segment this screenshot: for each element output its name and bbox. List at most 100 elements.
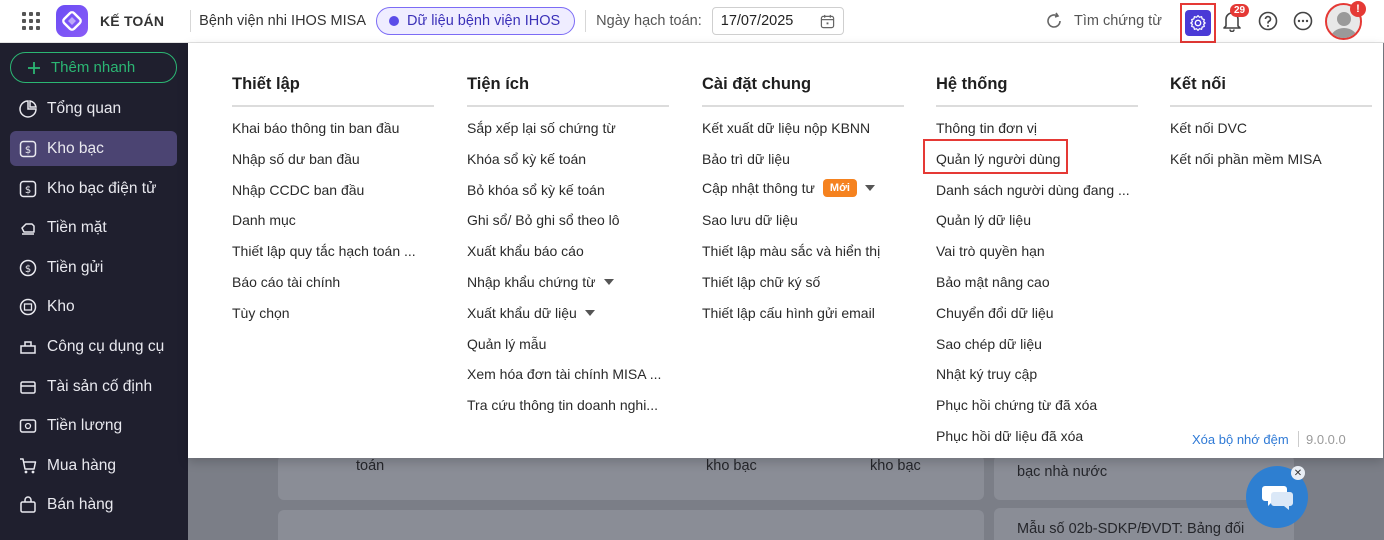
menu-item[interactable]: Thiết lập cấu hình gửi email: [702, 305, 875, 321]
sidebar-item-deposit[interactable]: $ Tiền gửi: [10, 250, 177, 285]
warehouse-icon: [18, 297, 38, 317]
menu-item[interactable]: Nhập số dư ban đầu: [232, 151, 360, 167]
sidebar-item-label: Bán hàng: [47, 495, 114, 513]
divider: [190, 10, 192, 32]
menu-item[interactable]: Kết xuất dữ liệu nộp KBNN: [702, 120, 870, 136]
menu-column-title: Hệ thống: [936, 75, 1008, 93]
menu-item[interactable]: Bảo mật nâng cao: [936, 274, 1050, 290]
menu-item[interactable]: Ghi sổ/ Bỏ ghi sổ theo lô: [467, 212, 620, 228]
menu-item[interactable]: Thiết lập chữ ký số: [702, 274, 820, 290]
menu-item-label: Bỏ khóa sổ kỳ kế toán: [467, 182, 605, 198]
menu-item[interactable]: Nhật ký truy cập: [936, 366, 1037, 382]
top-bar: KẾ TOÁN Bệnh viện nhi IHOS MISA Dữ liệu …: [0, 0, 1384, 43]
menu-column-divider: [467, 105, 669, 107]
menu-item-dropdown[interactable]: Cập nhật thông tư Mới: [702, 179, 875, 197]
menu-item[interactable]: Tra cứu thông tin doanh nghi...: [467, 397, 658, 413]
menu-item[interactable]: Kết nối phần mềm MISA: [1170, 151, 1322, 167]
menu-item[interactable]: Khai báo thông tin ban đầu: [232, 120, 399, 136]
sidebar: Thêm nhanh Tổng quan $ Kho bạc $ Kho bạc…: [0, 43, 188, 540]
app-grid-icon[interactable]: [22, 11, 42, 31]
menu-item[interactable]: Thiết lập quy tắc hạch toán ...: [232, 243, 416, 259]
menu-item-label: Danh sách người dùng đang ...: [936, 182, 1130, 198]
sidebar-item-tools[interactable]: Công cụ dụng cụ: [10, 329, 177, 364]
menu-item[interactable]: Phục hồi dữ liệu đã xóa: [936, 428, 1083, 444]
highlight-box: [923, 139, 1068, 174]
sidebar-item-fixed-assets[interactable]: Tài sản cố định: [10, 369, 177, 404]
sidebar-item-e-treasury[interactable]: $ Kho bạc điện tử: [10, 171, 177, 206]
posting-date-label: Ngày hạch toán:: [596, 13, 702, 29]
data-source-label: Dữ liệu bệnh viện IHOS: [406, 13, 561, 29]
menu-item[interactable]: Sắp xếp lại số chứng từ: [467, 120, 616, 136]
menu-item-label: Phục hồi dữ liệu đã xóa: [936, 428, 1084, 444]
menu-item[interactable]: Quản lý dữ liệu: [936, 212, 1031, 228]
sidebar-item-sales[interactable]: Bán hàng: [10, 487, 177, 522]
menu-item[interactable]: Kết nối DVC: [1170, 120, 1247, 136]
menu-item-label: Cập nhật thông tư: [702, 180, 815, 196]
menu-item-label: Nhập số dư ban đầu: [232, 151, 360, 167]
sidebar-item-cash[interactable]: Tiền mặt: [10, 210, 177, 245]
menu-item-dropdown[interactable]: Xuất khẩu dữ liệu: [467, 305, 595, 321]
svg-text:$: $: [25, 264, 31, 275]
sidebar-item-purchasing[interactable]: Mua hàng: [10, 448, 177, 483]
sidebar-item-label: Mua hàng: [47, 456, 116, 474]
svg-text:$: $: [25, 145, 31, 156]
sidebar-item-label: Tiền mặt: [47, 218, 107, 236]
menu-item[interactable]: Bảo trì dữ liệu: [702, 151, 790, 167]
menu-item[interactable]: Danh mục: [232, 212, 296, 228]
menu-item-label: Kết nối DVC: [1170, 120, 1248, 136]
pie-chart-icon: [18, 99, 38, 119]
menu-item[interactable]: Thiết lập màu sắc và hiển thị: [702, 243, 880, 259]
posting-date-input[interactable]: 17/07/2025: [711, 7, 844, 35]
search-document-button[interactable]: Tìm chứng từ: [1044, 8, 1162, 34]
e-treasury-icon: $: [18, 179, 38, 199]
menu-item-label: Vai trò quyền hạn: [936, 243, 1045, 259]
sidebar-item-label: Kho bạc: [47, 139, 104, 157]
menu-column-divider: [702, 105, 904, 107]
menu-item-label: Bảo trì dữ liệu: [702, 151, 790, 167]
menu-item[interactable]: Thông tin đơn vị: [936, 120, 1037, 136]
background-text: toán: [356, 458, 385, 474]
settings-button[interactable]: [1180, 3, 1216, 43]
menu-item[interactable]: Xem hóa đơn tài chính MISA ...: [467, 366, 661, 382]
menu-item[interactable]: Danh sách người dùng đang ...: [936, 182, 1130, 198]
menu-item[interactable]: Tùy chọn: [232, 305, 290, 321]
calendar-icon: [820, 14, 834, 28]
menu-item[interactable]: Quản lý mẫu: [467, 336, 546, 352]
background-card-2: [278, 510, 984, 540]
unit-name[interactable]: Bệnh viện nhi IHOS MISA: [199, 13, 366, 29]
background-text: Mẫu số 02b-SDKP/ĐVDT: Bảng đối: [1017, 521, 1245, 537]
menu-item-label: Thiết lập cấu hình gửi email: [702, 305, 875, 321]
menu-item-label: Thông tin đơn vị: [936, 120, 1038, 136]
sidebar-item-salary[interactable]: Tiền lương: [10, 408, 177, 443]
menu-item[interactable]: Sao lưu dữ liệu: [702, 212, 798, 228]
data-source-selector[interactable]: Dữ liệu bệnh viện IHOS: [375, 7, 576, 35]
chat-close-icon[interactable]: ✕: [1291, 466, 1305, 480]
notification-count-badge: 29: [1230, 4, 1250, 17]
menu-item[interactable]: Bỏ khóa sổ kỳ kế toán: [467, 182, 605, 198]
more-icon: [1293, 11, 1313, 31]
more-button[interactable]: [1293, 11, 1313, 34]
menu-item-label: Bảo mật nâng cao: [936, 274, 1050, 290]
menu-item-label: Danh mục: [232, 212, 296, 228]
menu-item[interactable]: Nhập CCDC ban đầu: [232, 182, 364, 198]
clear-cache-link[interactable]: Xóa bộ nhớ đệm: [1192, 432, 1289, 447]
menu-item[interactable]: Khóa sổ kỳ kế toán: [467, 151, 586, 167]
background-text: kho bạc: [870, 458, 921, 474]
help-button[interactable]: [1258, 11, 1278, 34]
menu-item[interactable]: Xuất khẩu báo cáo: [467, 243, 584, 259]
quick-add-button[interactable]: Thêm nhanh: [10, 52, 177, 83]
menu-item[interactable]: Sao chép dữ liệu: [936, 336, 1042, 352]
sidebar-item-label: Tài sản cố định: [47, 377, 153, 395]
menu-item-label: Khóa sổ kỳ kế toán: [467, 151, 587, 167]
menu-item-dropdown[interactable]: Nhập khẩu chứng từ: [467, 274, 614, 290]
menu-item-label: Quản lý mẫu: [467, 336, 547, 352]
sidebar-item-treasury[interactable]: $ Kho bạc: [10, 131, 177, 166]
menu-item[interactable]: Chuyển đổi dữ liệu: [936, 305, 1054, 321]
menu-item-user-management[interactable]: Quản lý người dùng: [923, 139, 1068, 174]
sidebar-item-warehouse[interactable]: Kho: [10, 289, 177, 324]
treasury-icon: $: [18, 139, 38, 159]
menu-item[interactable]: Báo cáo tài chính: [232, 274, 340, 290]
sidebar-item-overview[interactable]: Tổng quan: [10, 91, 177, 126]
menu-item[interactable]: Vai trò quyền hạn: [936, 243, 1045, 259]
menu-item[interactable]: Phục hồi chứng từ đã xóa: [936, 397, 1097, 413]
